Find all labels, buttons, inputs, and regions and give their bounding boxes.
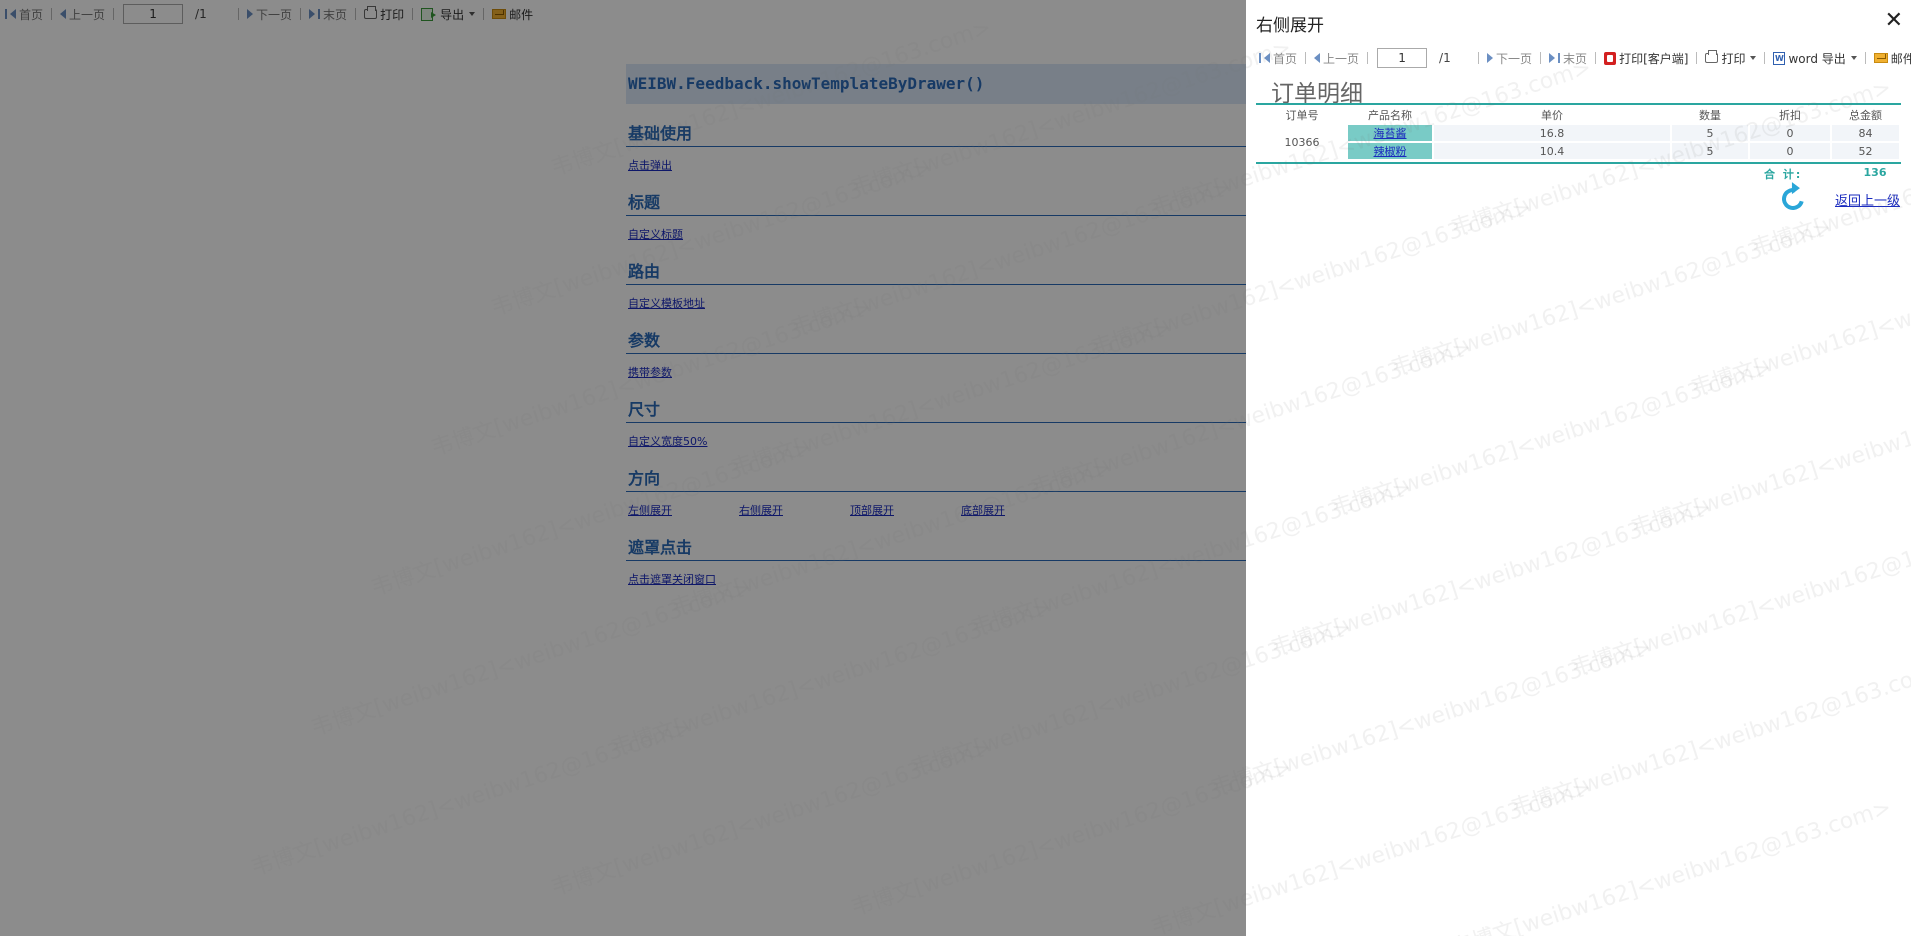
price-cell: 16.8 <box>1434 125 1670 141</box>
next-page-button[interactable]: 下一页 <box>1482 47 1537 69</box>
chevron-down-icon <box>1750 56 1757 60</box>
divider <box>1696 52 1698 64</box>
print-client-button[interactable]: 打印[客户端] <box>1599 47 1693 69</box>
divider <box>1478 52 1480 64</box>
table-header-row: 订单号 产品名称 单价 数量 折扣 总金额 <box>1258 107 1899 123</box>
next-page-icon <box>1487 53 1494 63</box>
column-header: 订单号 <box>1285 109 1319 122</box>
divider <box>1595 52 1597 64</box>
total-label: 合 计: <box>1764 168 1803 181</box>
page-number-input[interactable] <box>1377 48 1428 68</box>
chevron-down-icon <box>1850 56 1857 60</box>
discount-cell: 0 <box>1750 125 1830 141</box>
order-detail-table: 订单号 产品名称 单价 数量 折扣 总金额 10366 海苔酱 16.8 5 0… <box>1256 103 1901 161</box>
last-page-icon <box>1549 53 1556 63</box>
divider <box>1305 52 1307 64</box>
price-cell: 10.4 <box>1434 143 1670 159</box>
pdf-icon <box>1604 51 1617 65</box>
last-page-button[interactable]: 末页 <box>1544 47 1592 69</box>
page-total: /1 <box>1439 51 1451 65</box>
refresh-icon[interactable] <box>1777 183 1809 215</box>
product-link[interactable]: 辣椒粉 <box>1374 145 1407 158</box>
word-icon: W <box>1773 51 1786 65</box>
print-dropdown-button[interactable]: 打印 <box>1700 47 1761 69</box>
first-page-icon <box>1259 53 1261 63</box>
amount-cell: 52 <box>1832 143 1899 159</box>
prev-page-icon <box>1314 53 1321 63</box>
mail-icon <box>1873 53 1888 63</box>
printer-icon <box>1705 50 1719 63</box>
column-header: 产品名称 <box>1368 109 1412 122</box>
mail-button[interactable]: 邮件 <box>1869 47 1911 69</box>
order-number-cell: 10366 <box>1258 125 1346 159</box>
total-value: 136 <box>1863 166 1887 179</box>
qty-cell: 5 <box>1672 143 1748 159</box>
product-cell: 辣椒粉 <box>1348 143 1432 159</box>
total-divider <box>1256 162 1901 164</box>
right-drawer: 右侧展开 ✕ 首页 上一页 /1 下一页 末页 打印[客户端] <box>1246 0 1911 936</box>
divider <box>1764 52 1766 64</box>
first-page-button[interactable]: 首页 <box>1254 47 1302 69</box>
column-header: 单价 <box>1541 109 1563 122</box>
table-row: 辣椒粉 10.4 5 0 52 <box>1258 143 1899 159</box>
word-export-dropdown-button[interactable]: W word 导出 <box>1768 47 1861 69</box>
close-icon[interactable]: ✕ <box>1885 8 1903 34</box>
drawer-title: 右侧展开 <box>1256 16 1324 36</box>
drawer-report-toolbar: 首页 上一页 /1 下一页 末页 打印[客户端] 打印 <box>1254 46 1911 70</box>
divider <box>1864 52 1866 64</box>
prev-page-button[interactable]: 上一页 <box>1309 47 1364 69</box>
column-header: 数量 <box>1699 109 1721 122</box>
product-link[interactable]: 海苔酱 <box>1374 127 1407 140</box>
back-link[interactable]: 返回上一级 <box>1835 190 1900 209</box>
discount-cell: 0 <box>1750 143 1830 159</box>
product-cell: 海苔酱 <box>1348 125 1432 141</box>
column-header: 折扣 <box>1779 109 1801 122</box>
table-row: 10366 海苔酱 16.8 5 0 84 <box>1258 125 1899 159</box>
amount-cell: 84 <box>1832 125 1899 141</box>
divider <box>1540 52 1542 64</box>
divider <box>1367 52 1369 64</box>
column-header: 总金额 <box>1849 109 1882 122</box>
qty-cell: 5 <box>1672 125 1748 141</box>
